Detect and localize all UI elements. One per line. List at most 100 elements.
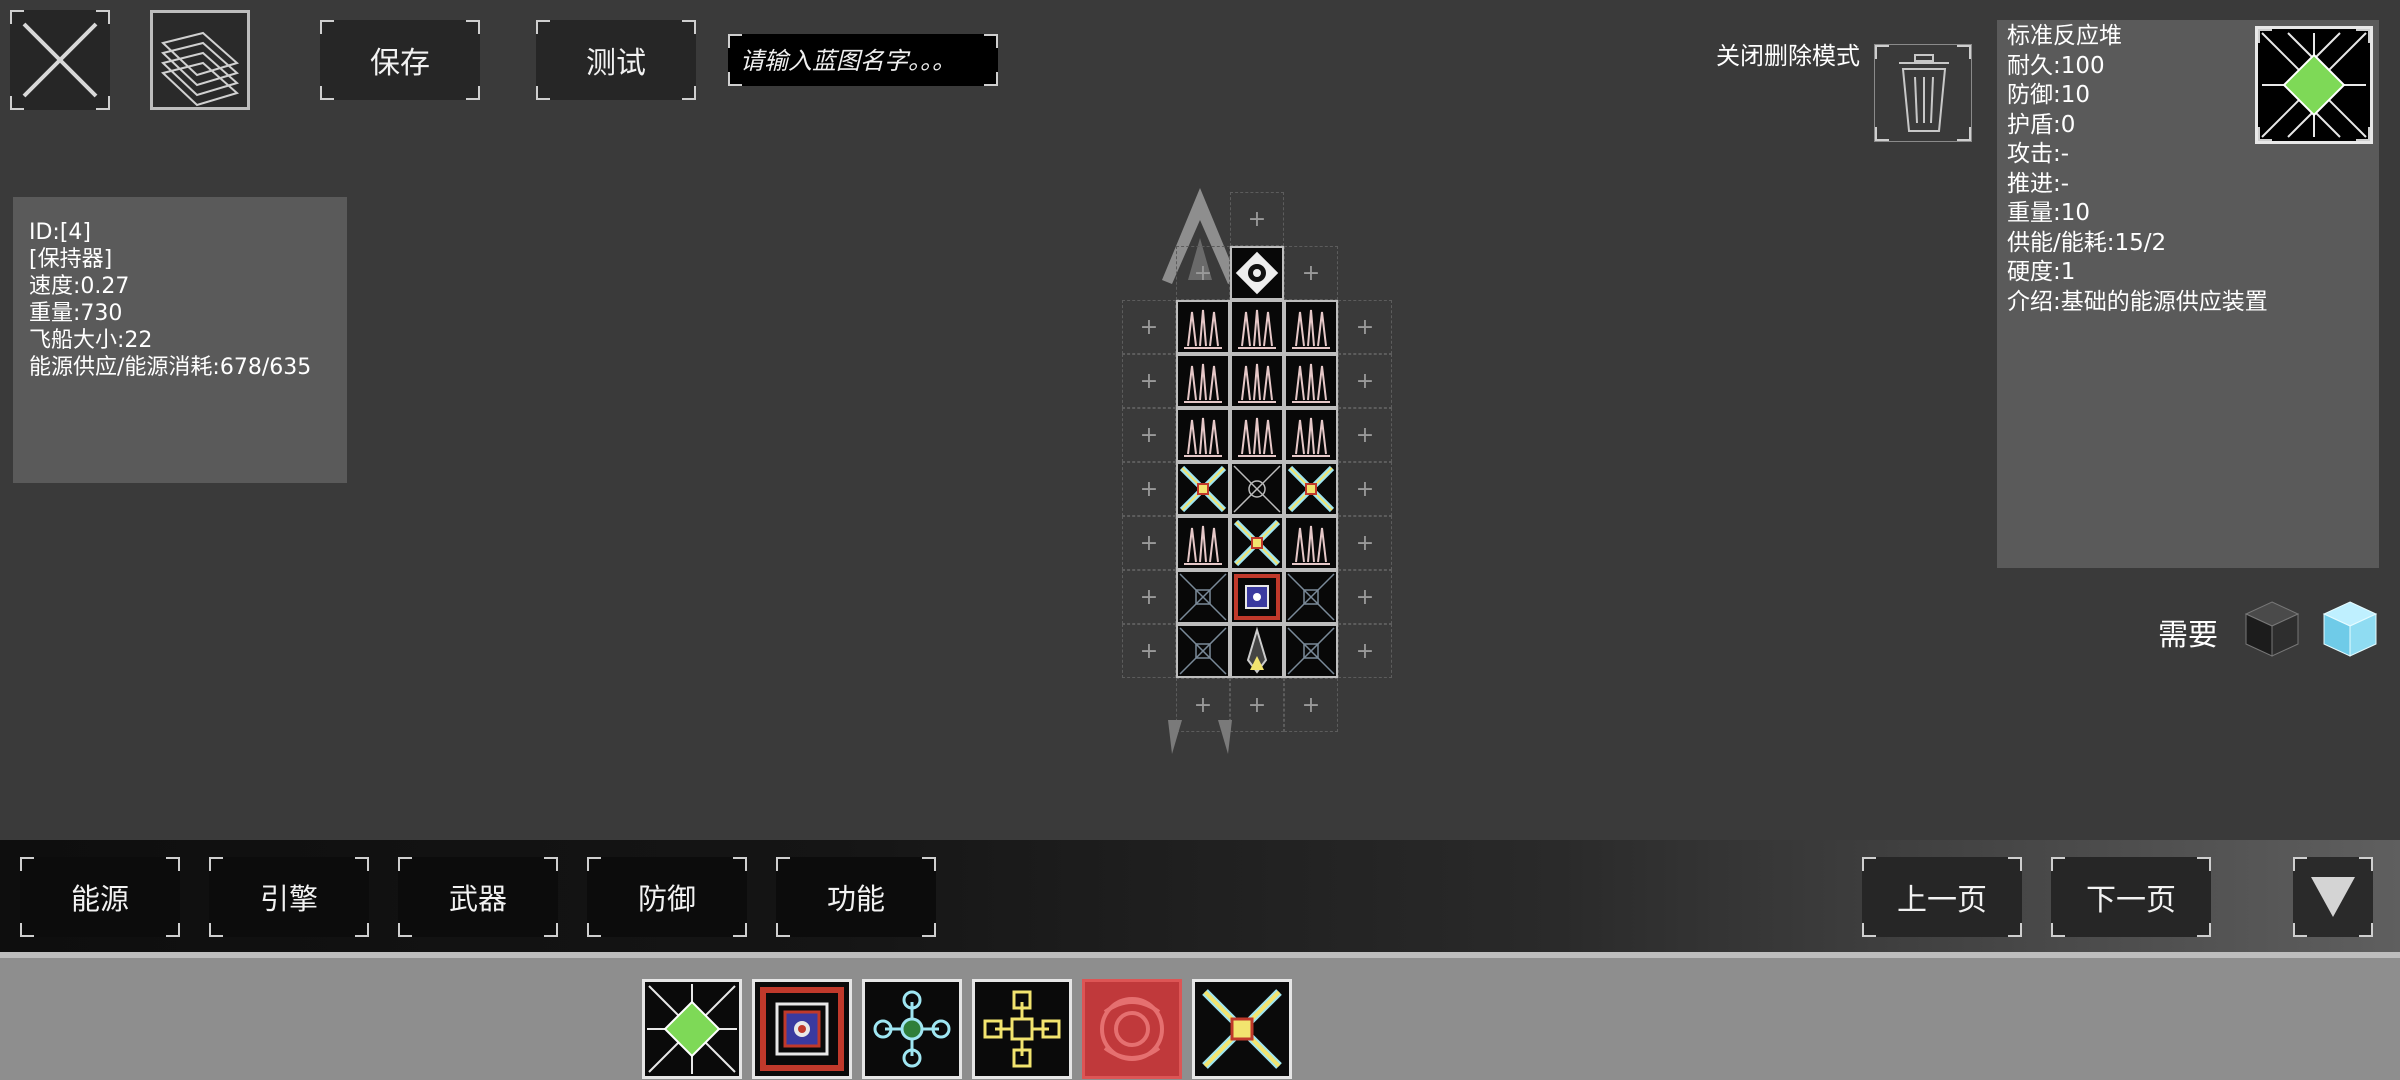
thruster-module[interactable]: [1176, 354, 1230, 408]
ship-id: ID:[4]: [29, 220, 92, 245]
thruster-module[interactable]: [1284, 516, 1338, 570]
thruster-module[interactable]: [1230, 300, 1284, 354]
next-page-label: 下一页: [2086, 883, 2176, 918]
ship-speed: 速度:0.27: [29, 274, 130, 299]
reactor-icon: [2261, 32, 2367, 138]
empty-slot[interactable]: +: [1338, 462, 1392, 516]
delete-mode-button[interactable]: [1874, 44, 1972, 142]
module-weight: 重量:10: [2007, 200, 2091, 226]
blueprint-name-input-wrap[interactable]: [728, 34, 998, 86]
thruster-module[interactable]: [1284, 300, 1338, 354]
module-description: 介绍:基础的能源供应装置: [2007, 288, 2268, 315]
save-button[interactable]: 保存: [320, 20, 480, 100]
yellow-node-icon: [983, 990, 1061, 1068]
ship-info-panel: ID:[4] [保持器] 速度:0.27 重量:730 飞船大小:22 能源供应…: [13, 197, 347, 483]
ship-blueprint[interactable]: + + + + + + + + + + + + + + + + + + + +: [1060, 180, 1392, 790]
empty-slot[interactable]: +: [1338, 624, 1392, 678]
cross-module[interactable]: [1176, 462, 1230, 516]
tab-weapon-label: 武器: [448, 882, 507, 916]
empty-slot[interactable]: +: [1122, 516, 1176, 570]
empty-slot[interactable]: +: [1122, 354, 1176, 408]
tray-item-yellow-node[interactable]: [972, 979, 1072, 1079]
thruster-module[interactable]: [1284, 354, 1338, 408]
test-label: 测试: [586, 46, 646, 81]
tray-item-reactor[interactable]: [642, 979, 742, 1079]
tray-item-armor[interactable]: [1082, 979, 1182, 1079]
armor-module[interactable]: [1284, 624, 1338, 678]
tab-energy[interactable]: 能源: [20, 857, 180, 937]
empty-slot[interactable]: +: [1122, 624, 1176, 678]
thruster-module[interactable]: [1230, 354, 1284, 408]
empty-slot[interactable]: +: [1338, 570, 1392, 624]
test-button[interactable]: 测试: [536, 20, 696, 100]
tray-item-cyan-node[interactable]: [862, 979, 962, 1079]
armor-module[interactable]: [1176, 624, 1230, 678]
thruster-module[interactable]: [1284, 408, 1338, 462]
blueprint-list-button[interactable]: [150, 10, 250, 110]
module-info-panel: 标准反应堆 耐久:100 防御:10 护盾:0 攻击:- 推进:- 重量:10 …: [1997, 20, 2379, 568]
tab-engine[interactable]: 引擎: [209, 857, 369, 937]
require-label: 需要: [2158, 618, 2218, 653]
shield-module[interactable]: [1230, 570, 1284, 624]
empty-slot[interactable]: +: [1122, 462, 1176, 516]
blueprint-name-input[interactable]: [738, 40, 992, 82]
empty-slot[interactable]: +: [1122, 408, 1176, 462]
close-button[interactable]: [10, 10, 110, 110]
ship-size: 飞船大小:22: [29, 328, 153, 353]
empty-slot[interactable]: +: [1230, 192, 1284, 246]
armor-module[interactable]: [1284, 570, 1338, 624]
delete-mode-label: 关闭删除模式: [1716, 42, 1860, 70]
empty-slot[interactable]: +: [1176, 246, 1230, 300]
thruster-module[interactable]: [1176, 516, 1230, 570]
ship-tail: [1168, 720, 1232, 754]
tab-engine-label: 引擎: [259, 882, 318, 916]
empty-slot[interactable]: +: [1284, 246, 1338, 300]
prev-page-button[interactable]: 上一页: [1862, 857, 2022, 937]
cyan-node-icon: [873, 990, 951, 1068]
armor-plate-icon: [1100, 997, 1164, 1061]
tab-energy-label: 能源: [70, 882, 129, 916]
thruster-module[interactable]: [1176, 408, 1230, 462]
cross-module-icon: [1202, 989, 1282, 1069]
empty-slot[interactable]: +: [1338, 354, 1392, 408]
reactor-icon: [647, 984, 737, 1074]
collapse-button[interactable]: [2293, 857, 2373, 937]
thruster-module[interactable]: [1230, 408, 1284, 462]
ice-cube-icon: [2322, 601, 2378, 657]
module-thrust: 推进:-: [2007, 170, 2070, 197]
cockpit-module[interactable]: [1230, 624, 1284, 678]
ship-weight: 重量:730: [29, 301, 123, 326]
save-label: 保存: [370, 46, 430, 81]
close-icon: [22, 22, 98, 98]
ship-energy: 能源供应/能源消耗:678/635: [29, 355, 312, 380]
tab-defense-label: 防御: [637, 882, 696, 916]
hub-module[interactable]: [1230, 462, 1284, 516]
module-hardness: 硬度:1: [2007, 259, 2076, 285]
tray-item-shield-module[interactable]: [752, 979, 852, 1079]
shield-module-icon: [760, 987, 844, 1071]
tray-item-cross-module[interactable]: [1192, 979, 1292, 1079]
tab-defense[interactable]: 防御: [587, 857, 747, 937]
prev-page-label: 上一页: [1897, 883, 1987, 918]
cross-module[interactable]: [1284, 462, 1338, 516]
triangle-down-icon: [2311, 877, 2355, 917]
next-page-button[interactable]: 下一页: [2051, 857, 2211, 937]
tab-weapon[interactable]: 武器: [398, 857, 558, 937]
trash-icon: [1899, 54, 1949, 132]
ship-holder: [保持器]: [29, 247, 113, 272]
cross-module[interactable]: [1230, 516, 1284, 570]
thruster-module[interactable]: [1176, 300, 1230, 354]
empty-slot[interactable]: +: [1338, 408, 1392, 462]
empty-slot[interactable]: +: [1122, 570, 1176, 624]
module-preview: [2255, 26, 2373, 144]
module-power: 供能/能耗:15/2: [2007, 229, 2167, 256]
armor-module[interactable]: [1176, 570, 1230, 624]
empty-slot[interactable]: +: [1122, 300, 1176, 354]
tab-function-label: 功能: [826, 882, 885, 916]
tab-function[interactable]: 功能: [776, 857, 936, 937]
layers-icon: [160, 31, 240, 107]
empty-slot[interactable]: +: [1338, 300, 1392, 354]
empty-slot[interactable]: +: [1338, 516, 1392, 570]
dark-cube-icon: [2244, 601, 2300, 657]
core-module[interactable]: [1230, 246, 1284, 300]
